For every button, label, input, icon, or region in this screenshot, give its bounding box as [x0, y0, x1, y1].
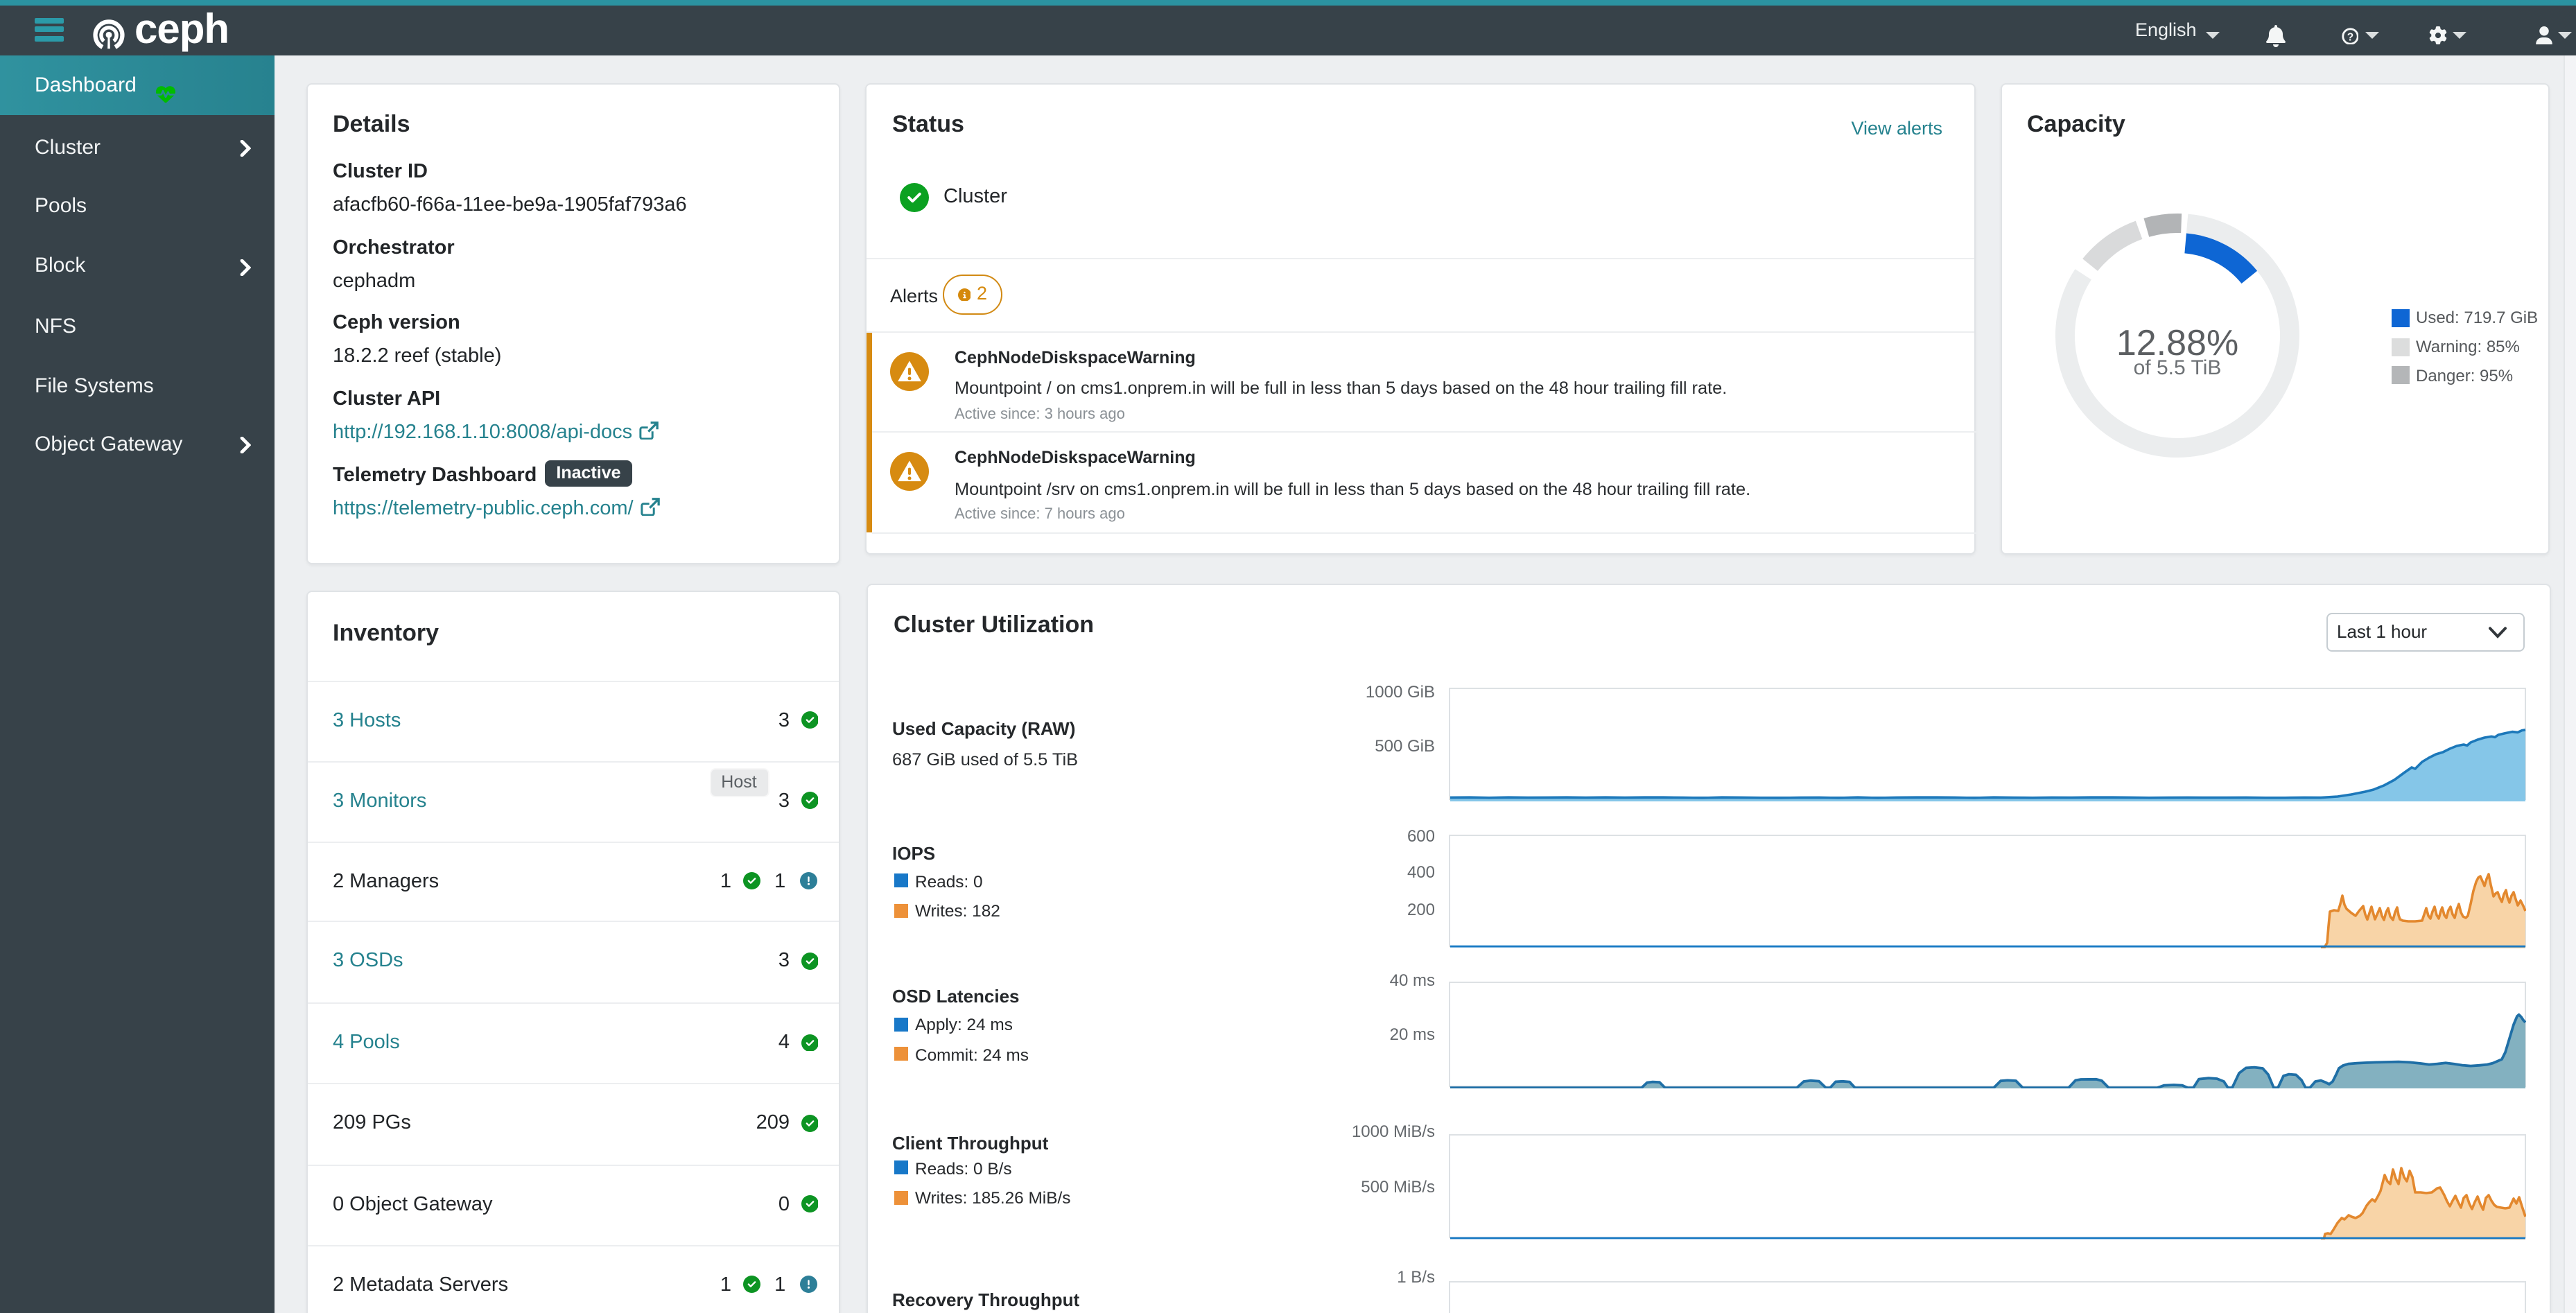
svg-text:?: ? — [2347, 31, 2353, 42]
